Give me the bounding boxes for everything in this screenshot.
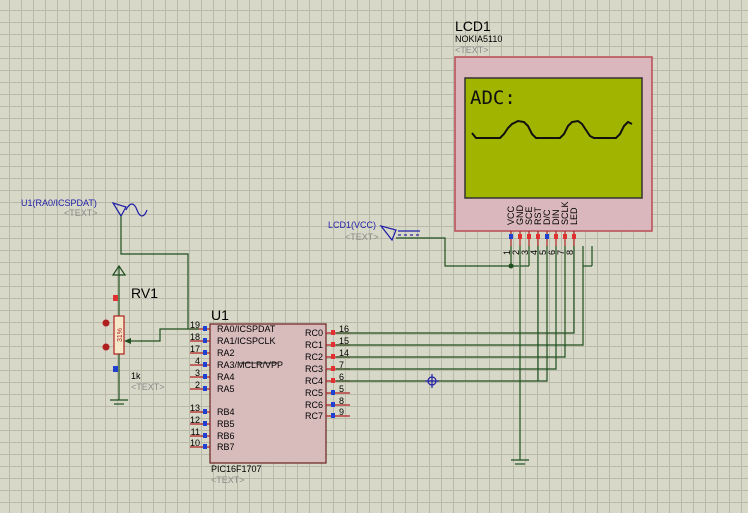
rv1-increment-button[interactable] xyxy=(102,343,110,351)
u1-left-pin-marker xyxy=(203,362,207,367)
u1-right-pin-name: RC6 xyxy=(305,400,323,410)
rv1-pin-marker-top xyxy=(113,295,118,301)
u1-left-pin-number: 17 xyxy=(190,344,200,354)
rv1-ref-label: RV1 xyxy=(131,285,158,301)
probe-ra0-arrow-icon xyxy=(111,201,127,218)
probe-vcc-arrow-icon xyxy=(379,224,397,242)
u1-left-pin-number: 18 xyxy=(190,332,200,342)
lcd1-pin-marker xyxy=(563,234,567,239)
probe-vcc-dc-icon xyxy=(398,230,420,236)
lcd1-pin-marker xyxy=(518,234,522,239)
lcd1-pin-marker xyxy=(545,234,549,239)
u1-left-pin-name: RA3/MCLR/VPP xyxy=(217,360,283,370)
u1-right-pin-number: 9 xyxy=(339,407,344,417)
u1-left-pin-number: 11 xyxy=(191,427,200,437)
u1-right-pin-name: RC4 xyxy=(305,376,323,386)
probe-vcc-text-placeholder: <TEXT> xyxy=(345,232,379,242)
lcd1-pin-marker xyxy=(554,234,558,239)
lcd1-ref-label: LCD1 xyxy=(455,18,491,34)
probe-ra0-sine-icon xyxy=(125,203,148,217)
rv1-pin-marker-bottom xyxy=(113,366,118,372)
u1-left-pin-number: 3 xyxy=(195,368,200,378)
lcd1-pin-marker xyxy=(536,234,540,239)
u1-left-pin-name: RB4 xyxy=(217,407,235,417)
rv1-decrement-button[interactable] xyxy=(102,319,110,327)
lcd1-component[interactable]: LCD1 NOKIA5110 <TEXT> ADC: VCC1GND2SCE3R… xyxy=(454,18,653,255)
lcd1-model-label: NOKIA5110 xyxy=(455,34,502,44)
u1-component[interactable]: U1 PIC16F1707 <TEXT> 19 RA0/ICSPDAT18 RA1/… xyxy=(190,307,350,485)
u1-left-pin-name: RA1/ICSPCLK xyxy=(217,336,276,346)
crosshair-cursor-icon xyxy=(425,374,439,388)
u1-right-pin-name: RC0 xyxy=(305,328,323,338)
probe-ra0[interactable]: U1(RA0/ICSPDAT) <TEXT> xyxy=(21,198,148,218)
u1-left-pin-name: RB5 xyxy=(217,419,235,429)
u1-ref-label: U1 xyxy=(211,307,229,323)
u1-left-pin-marker xyxy=(203,386,207,391)
u1-left-pin-name: RA2 xyxy=(217,348,235,358)
u1-left-pin-marker xyxy=(203,326,207,331)
u1-left-pin-number: 4 xyxy=(195,356,200,366)
u1-left-pin-name: RA5 xyxy=(217,384,235,394)
lcd1-pin-name: LED xyxy=(569,207,579,225)
u1-right-pin-name: RC7 xyxy=(305,411,323,421)
u1-left-pin-name: RB7 xyxy=(217,442,235,452)
rv1-component[interactable]: RV1 31% 1k <TEXT> xyxy=(102,264,165,405)
u1-right-pin-name: RC2 xyxy=(305,352,323,362)
lcd1-screen-text: ADC: xyxy=(470,87,516,109)
probe-ra0-label: U1(RA0/ICSPDAT) xyxy=(21,198,97,208)
u1-right-pin-number: 8 xyxy=(339,396,344,406)
u1-right-pin-marker xyxy=(331,354,335,359)
probe-vcc[interactable]: LCD1(VCC) <TEXT> xyxy=(328,220,420,242)
u1-left-pin-number: 2 xyxy=(195,380,200,390)
u1-left-pin-number: 12 xyxy=(190,415,200,425)
u1-part-label: PIC16F1707 xyxy=(211,464,262,474)
u1-left-pin-marker xyxy=(203,421,207,426)
lcd1-text-placeholder: <TEXT> xyxy=(455,45,489,55)
u1-left-pin-name: RA4 xyxy=(217,372,235,382)
wire-rv1-wiper xyxy=(140,328,188,342)
u1-left-pin-name: RA0/ICSPDAT xyxy=(217,324,276,334)
u1-right-pin-name: RC5 xyxy=(305,388,323,398)
lcd-ground-icon xyxy=(511,459,529,465)
probe-ra0-text-placeholder: <TEXT> xyxy=(64,208,98,218)
wire-vcc-probe xyxy=(396,237,511,267)
u1-right-pin-marker xyxy=(331,366,335,371)
u1-left-pin-marker xyxy=(203,374,207,379)
u1-left-pin-number: 13 xyxy=(190,403,200,413)
probe-vcc-label: LCD1(VCC) xyxy=(328,220,376,230)
u1-text-placeholder: <TEXT> xyxy=(211,475,245,485)
u1-right-pin-marker xyxy=(331,342,335,347)
u1-left-pin-marker xyxy=(203,444,207,449)
u1-right-pin-number: 5 xyxy=(339,384,344,394)
u1-left-pin-marker xyxy=(203,350,207,355)
rv1-ground-icon xyxy=(110,399,128,405)
u1-right-pin-marker xyxy=(331,413,335,418)
u1-left-pin-marker xyxy=(203,409,207,414)
u1-right-pin-name: RC1 xyxy=(305,340,323,350)
u1-right-pin-marker xyxy=(331,390,335,395)
rv1-text-placeholder: <TEXT> xyxy=(131,382,165,392)
u1-left-pin-number: 10 xyxy=(190,438,200,448)
u1-right-pin-marker xyxy=(331,330,335,335)
lcd1-pin-marker xyxy=(509,234,513,239)
u1-right-pin-marker xyxy=(331,402,335,407)
schematic-canvas[interactable]: LCD1 NOKIA5110 <TEXT> ADC: VCC1GND2SCE3R… xyxy=(0,0,748,513)
u1-right-pin-name: RC3 xyxy=(305,364,323,374)
rv1-wiper-percent: 31% xyxy=(117,328,124,342)
rv1-value-label: 1k xyxy=(131,371,141,381)
u1-left-pin-marker xyxy=(203,433,207,438)
wire-rc1-led xyxy=(336,246,584,346)
u1-left-pin-marker xyxy=(203,338,207,343)
u1-right-pin-marker xyxy=(331,378,335,383)
u1-left-pin-name: RB6 xyxy=(217,431,235,441)
wire-rc3-dc xyxy=(336,246,557,370)
lcd1-pin-marker xyxy=(572,234,576,239)
wire-ra0 xyxy=(120,216,199,330)
rv1-wiper-arrow-icon xyxy=(124,338,131,344)
wire-rc2-din xyxy=(336,246,566,358)
lcd1-pin-marker xyxy=(527,234,531,239)
